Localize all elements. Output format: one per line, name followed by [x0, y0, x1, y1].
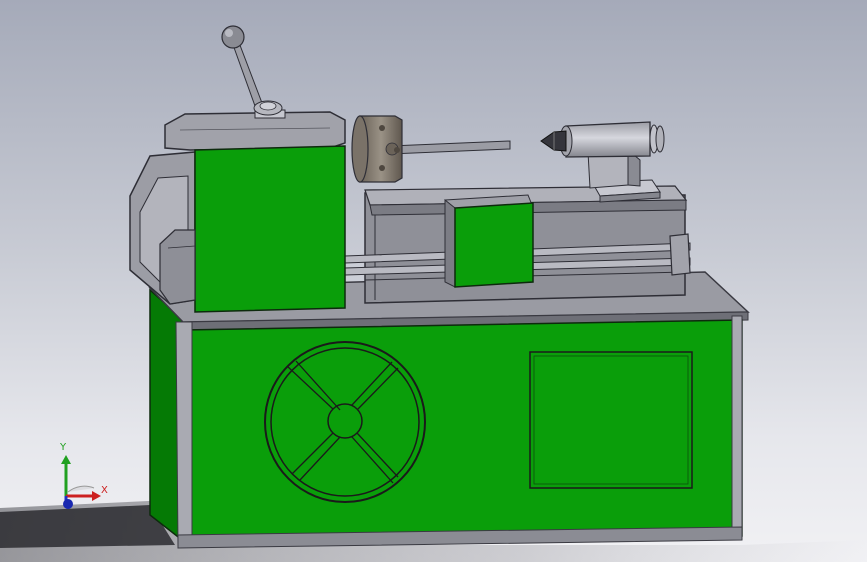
triad-y-label: Y [60, 442, 67, 453]
spindle-bar [389, 140, 511, 155]
chuck[interactable] [351, 115, 403, 183]
headstock[interactable] [129, 109, 346, 313]
handwheel[interactable] [264, 341, 426, 503]
gear-lever[interactable] [221, 25, 283, 116]
access-panel[interactable] [529, 351, 693, 489]
carriage[interactable] [444, 194, 534, 288]
graphics-viewport[interactable]: Y X [0, 0, 867, 562]
triad-x-label: X [101, 485, 108, 496]
triad-z-point [63, 499, 73, 509]
lathe-model[interactable] [0, 0, 867, 562]
